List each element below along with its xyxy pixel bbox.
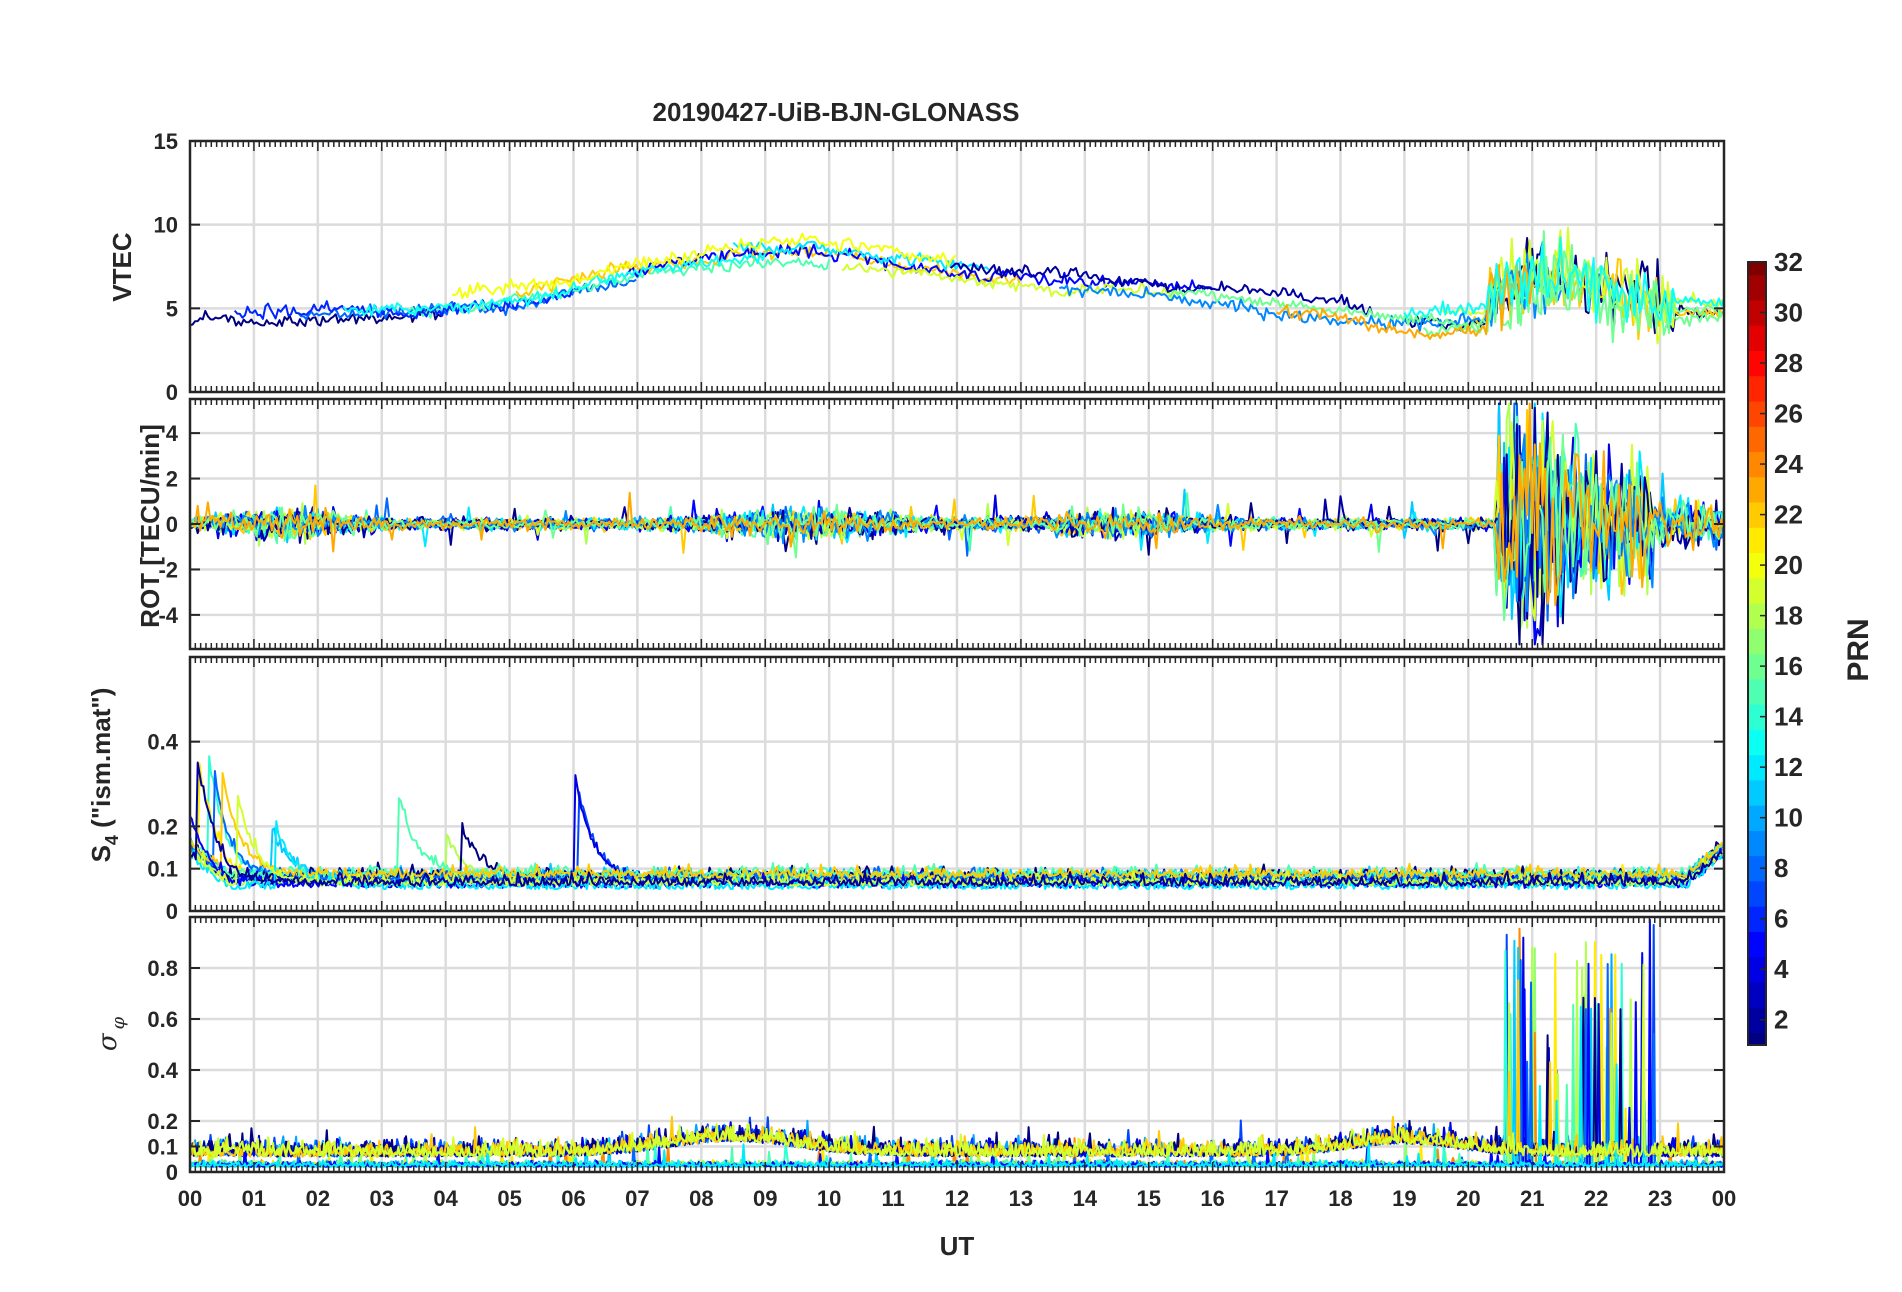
y-tick-label: 0.2 <box>147 814 178 839</box>
colorbar-swatch <box>1748 931 1766 958</box>
x-tick-label: 15 <box>1137 1186 1161 1211</box>
x-tick-label: 16 <box>1200 1186 1224 1211</box>
x-tick-label: 02 <box>306 1186 330 1211</box>
y-axis-label-s4-main: S <box>86 845 116 862</box>
colorbar-tick-label: 4 <box>1774 954 1789 984</box>
x-tick-label: 14 <box>1073 1186 1098 1211</box>
y-axis-label-s4-rest: ("ism.mat") <box>86 688 116 835</box>
colorbar-tick-label: 12 <box>1774 752 1803 782</box>
x-tick-label: 20 <box>1456 1186 1480 1211</box>
colorbar-swatch <box>1748 577 1766 604</box>
x-tick-label: 05 <box>497 1186 521 1211</box>
y-tick-label: 0.2 <box>147 1109 178 1134</box>
y-axis-label-vtec: VTEC <box>107 232 137 302</box>
colorbar-swatch <box>1748 628 1766 655</box>
x-tick-label: 01 <box>242 1186 266 1211</box>
colorbar-tick-label: 10 <box>1774 803 1803 833</box>
y-axis-label-sigma-main: σ <box>93 1032 123 1051</box>
colorbar-swatch <box>1748 527 1766 554</box>
y-tick-label: 0.6 <box>147 1007 178 1032</box>
colorbar-swatch <box>1748 1032 1766 1046</box>
x-tick-label: 04 <box>433 1186 458 1211</box>
colorbar-swatch <box>1748 779 1766 806</box>
y-tick-label: 0.1 <box>147 1135 178 1160</box>
y-tick-label: 0.1 <box>147 857 178 882</box>
x-tick-label: 00 <box>178 1186 202 1211</box>
x-tick-label: 13 <box>1009 1186 1033 1211</box>
colorbar-swatch <box>1748 262 1766 276</box>
x-tick-label: 17 <box>1264 1186 1288 1211</box>
x-tick-label: 07 <box>625 1186 649 1211</box>
colorbar-tick-label: 30 <box>1774 298 1803 328</box>
colorbar-tick-label: 26 <box>1774 399 1803 429</box>
y-tick-label: 0 <box>166 512 178 537</box>
colorbar-tick-label: 28 <box>1774 348 1803 378</box>
colorbar-tick-label: 6 <box>1774 904 1788 934</box>
colorbar-tick-label: 20 <box>1774 550 1803 580</box>
x-tick-label: 11 <box>881 1186 904 1211</box>
y-axis-label-s4-sub: 4 <box>102 835 122 845</box>
x-axis-label: UT <box>940 1231 975 1261</box>
figure: 20190427-UiB-BJN-GLONASS 051015 -4-2024 … <box>0 0 1902 1292</box>
colorbar-tick-label: 8 <box>1774 853 1788 883</box>
y-tick-label: 10 <box>154 213 178 238</box>
colorbar-tick-label: 32 <box>1774 247 1803 277</box>
y-tick-label: 5 <box>166 296 178 321</box>
x-tick-label: 08 <box>689 1186 713 1211</box>
x-tick-label: 23 <box>1648 1186 1672 1211</box>
x-tick-label: 18 <box>1328 1186 1352 1211</box>
chart-title: 20190427-UiB-BJN-GLONASS <box>652 97 1019 127</box>
y-tick-label: 0 <box>166 380 178 405</box>
y-tick-label: 15 <box>154 129 178 154</box>
y-axis-label-sigma-sub: φ <box>108 1016 129 1029</box>
y-tick-label: 0 <box>166 899 178 924</box>
y-tick-label: 2 <box>166 467 178 492</box>
colorbar-swatch <box>1748 830 1766 857</box>
colorbar-swatch <box>1748 678 1766 705</box>
y-axis-label-rot: ROT [TECU/min] <box>135 424 165 628</box>
colorbar-swatch <box>1748 729 1766 756</box>
colorbar-tick-label: 22 <box>1774 500 1803 530</box>
x-tick-label: 03 <box>370 1186 394 1211</box>
x-tick-label: 22 <box>1584 1186 1608 1211</box>
y-tick-label: 0.4 <box>147 1058 178 1083</box>
colorbar-tick-label: 24 <box>1774 449 1803 479</box>
x-tick-label: 09 <box>753 1186 777 1211</box>
colorbar-label: PRN <box>1842 618 1875 681</box>
colorbar-swatch <box>1748 325 1766 352</box>
x-tick-label: 21 <box>1520 1186 1544 1211</box>
x-tick-label: 19 <box>1392 1186 1416 1211</box>
colorbar-tick-label: 18 <box>1774 601 1803 631</box>
colorbar-tick-label: 14 <box>1774 702 1803 732</box>
colorbar-swatch <box>1748 426 1766 453</box>
colorbar-swatch <box>1748 274 1766 301</box>
y-tick-label: 0 <box>166 1160 178 1185</box>
y-tick-label: 0.4 <box>147 730 178 755</box>
colorbar-swatch <box>1748 880 1766 907</box>
y-tick-label: 4 <box>166 421 179 446</box>
y-tick-label: 0.8 <box>147 956 178 981</box>
x-tick-label: 10 <box>817 1186 841 1211</box>
colorbar-tick-label: 2 <box>1774 1005 1788 1035</box>
x-tick-label: 12 <box>945 1186 969 1211</box>
colorbar-swatch <box>1748 981 1766 1008</box>
colorbar-tick-label: 16 <box>1774 651 1803 681</box>
x-tick-label: 06 <box>561 1186 585 1211</box>
colorbar-swatch <box>1748 375 1766 402</box>
x-tick-label: 00 <box>1712 1186 1736 1211</box>
colorbar-swatch <box>1748 476 1766 503</box>
